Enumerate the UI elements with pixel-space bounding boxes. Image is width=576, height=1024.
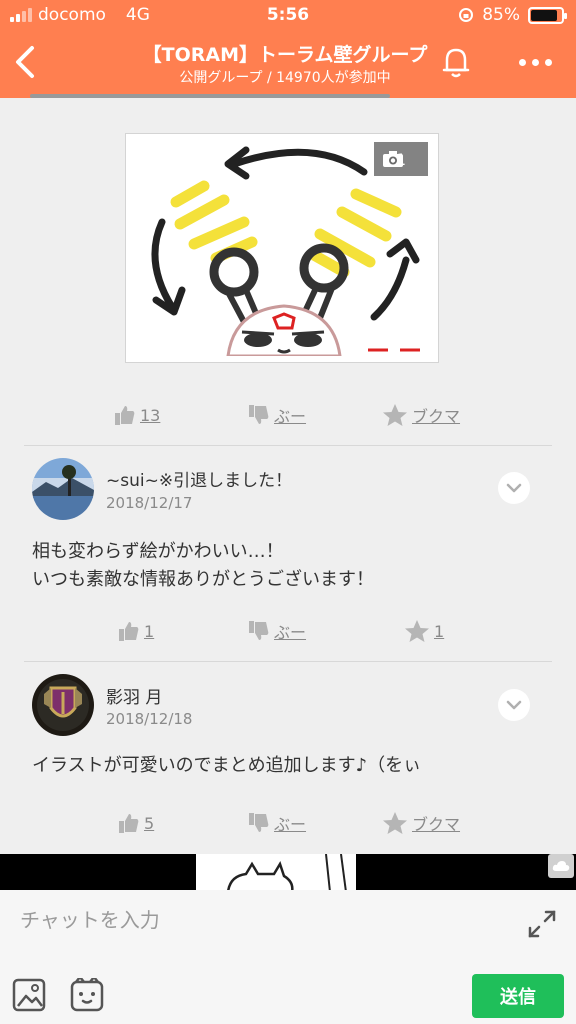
- send-button[interactable]: 送信: [472, 974, 564, 1018]
- more-options-icon[interactable]: [510, 50, 560, 74]
- boo-button[interactable]: ぶー: [248, 806, 306, 840]
- photo-count-badge: 1: [374, 142, 428, 176]
- boo-label: ぶー: [274, 407, 307, 426]
- post-actions: 13 ぶー ブクマ: [0, 398, 576, 432]
- thumbs-up-icon: [115, 406, 135, 425]
- post-photo[interactable]: 1: [125, 133, 439, 363]
- cloud-icon[interactable]: [548, 854, 574, 878]
- star-icon: [405, 620, 429, 642]
- thumbs-down-icon: [249, 621, 269, 640]
- battery-percent: 85%: [482, 5, 520, 25]
- avatar[interactable]: [32, 674, 94, 736]
- comment-body: イラストが可愛いのでまとめ追加します♪（をぃ: [32, 752, 421, 780]
- star-icon: [383, 812, 407, 834]
- group-subtitle: 公開グループ / 14970人が参加中: [179, 70, 391, 86]
- like-button[interactable]: 5: [118, 806, 154, 840]
- camera-icon: [383, 151, 403, 167]
- status-bar: docomo 4G 5:56 85%: [0, 0, 576, 32]
- chat-input[interactable]: チャットを入力: [20, 904, 160, 933]
- comment-actions: 5 ぶー ブクマ: [0, 806, 576, 840]
- chevron-down-icon: [506, 483, 522, 493]
- battery-icon: [528, 6, 567, 24]
- like-count: 5: [144, 813, 155, 833]
- back-arrow-icon[interactable]: [8, 40, 48, 84]
- divider: [24, 445, 552, 446]
- comment-line: いつも素敵な情報ありがとうございます！: [32, 569, 374, 590]
- comment-line: 相も変わらず絵がかわいい…！: [32, 541, 284, 562]
- comment-menu-button[interactable]: [498, 689, 530, 721]
- group-title: 【TORAM】トーラム壁グループ: [142, 44, 428, 66]
- expand-icon[interactable]: [526, 908, 558, 940]
- comment-body: 相も変わらず絵がかわいい…！ いつも素敵な情報ありがとうございます！: [32, 538, 374, 594]
- bookmark-button[interactable]: ブクマ: [382, 806, 460, 840]
- divider: [24, 661, 552, 662]
- image-icon[interactable]: [12, 978, 46, 1012]
- top-bar: docomo 4G 5:56 85% 【TORAM】トーラム壁グループ 公開グル…: [0, 0, 576, 98]
- comment-line: イラストが可愛いのでまとめ追加します♪（をぃ: [32, 755, 422, 776]
- orientation-lock-icon: [459, 8, 474, 22]
- boo-button[interactable]: ぶー: [248, 398, 306, 432]
- thumbs-up-icon: [119, 814, 139, 833]
- comment-date: 2018/12/17: [106, 494, 193, 512]
- bookmark-label: ブクマ: [412, 815, 461, 834]
- sticker-icon[interactable]: [70, 978, 104, 1012]
- like-button[interactable]: 13: [114, 398, 160, 432]
- thumbs-up-icon: [119, 622, 139, 641]
- avatar-landscape-image: [32, 458, 94, 520]
- star-button[interactable]: 1: [404, 614, 444, 648]
- comment-author[interactable]: 影羽 月: [106, 683, 162, 708]
- chevron-down-icon: [506, 700, 522, 710]
- star-count: 1: [434, 621, 445, 641]
- cat-sketch-image: [196, 854, 356, 892]
- star-icon: [383, 404, 407, 426]
- like-count: 1: [144, 621, 155, 641]
- avatar[interactable]: [32, 458, 94, 520]
- avatar-emblem-image: [32, 674, 94, 736]
- bookmark-label: ブクマ: [412, 407, 461, 426]
- nav-bar: 【TORAM】トーラム壁グループ 公開グループ / 14970人が参加中: [0, 34, 576, 94]
- comment-menu-button[interactable]: [498, 472, 530, 504]
- truncated-text: [30, 86, 390, 100]
- bell-icon[interactable]: [436, 42, 476, 82]
- comment-date: 2018/12/18: [106, 710, 193, 728]
- like-count: 13: [140, 405, 161, 425]
- next-post-image[interactable]: [0, 854, 576, 892]
- thumbs-down-icon: [249, 405, 269, 424]
- boo-label: ぶー: [274, 815, 307, 834]
- comment-author[interactable]: ~sui~※引退しました！: [106, 466, 292, 491]
- comment-actions: 1 ぶー 1: [0, 614, 576, 648]
- bookmark-button[interactable]: ブクマ: [382, 398, 460, 432]
- like-button[interactable]: 1: [118, 614, 154, 648]
- chat-bar: チャットを入力 送信: [0, 890, 576, 1024]
- boo-button[interactable]: ぶー: [248, 614, 306, 648]
- thumbs-down-icon: [249, 813, 269, 832]
- boo-label: ぶー: [274, 623, 307, 642]
